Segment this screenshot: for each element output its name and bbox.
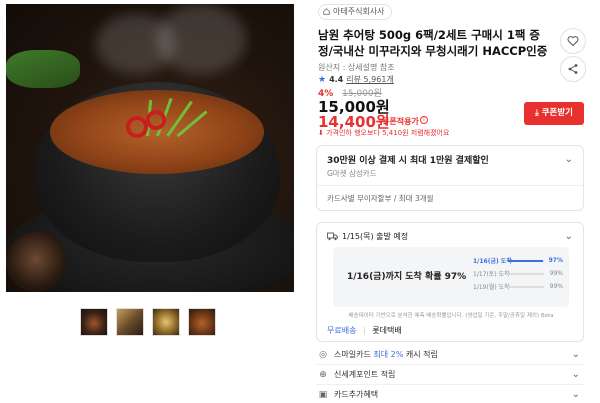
shipping-options: 무료배송 | 롯데택배 <box>327 325 402 336</box>
delivery-probability-row: 1/19(월) 도착 99% <box>473 280 563 293</box>
origin-text: 원산지 : 상세설명 참조 <box>318 63 395 72</box>
info-icon[interactable]: i <box>420 116 428 124</box>
thumbnail-1[interactable] <box>80 308 108 336</box>
carrier-name: 롯데택배 <box>372 326 402 335</box>
chevron-down-icon[interactable]: ⌄ <box>572 369 580 380</box>
chevron-down-icon[interactable]: ⌄ <box>572 349 580 360</box>
chevron-down-icon[interactable]: ⌄ <box>565 231 573 242</box>
review-link[interactable]: 리뷰 5,961개 <box>346 74 394 85</box>
shipping-date: 1/15(목) 출발 예정 <box>342 232 409 241</box>
seller-link[interactable]: 아테주식회사사 <box>318 4 392 20</box>
delivery-date: 1/19(월) 도착 <box>473 284 510 291</box>
product-title: 남원 추어탕 500g 6팩/2세트 구매시 1팩 증정/국내산 미꾸라지와 무… <box>318 28 548 58</box>
delivery-probability-row: 1/16(금) 도착 97% <box>473 254 563 267</box>
share-button[interactable] <box>560 56 586 82</box>
probability-bar <box>508 272 544 275</box>
product-info-panel: 아테주식회사사 남원 추어탕 500g 6팩/2세트 구매시 1팩 증정/국내산… <box>316 0 600 403</box>
arrow-down-icon: ⬇ <box>318 129 324 137</box>
card-icon: ▣ <box>318 389 328 400</box>
delivery-probability-row: 1/17(토) 도착 99% <box>473 267 563 280</box>
coin-icon: ◎ <box>319 349 327 360</box>
thumbnail-strip <box>80 308 216 336</box>
heart-icon <box>567 36 579 47</box>
coupon-button-label: 쿠폰받기 <box>541 108 573 118</box>
rating-row: ★ 4.4 리뷰 5,961개 <box>318 74 394 85</box>
delivery-probability: 99% <box>549 283 563 290</box>
delivery-headline: 1/16(금)까지 도착 확률 97% <box>347 272 467 282</box>
forecast-footnote: 배송데이터 기반으로 분석한 예측 배송확률입니다. (영업일 기준, 주말/공… <box>348 313 554 319</box>
rating-value: 4.4 <box>329 75 344 84</box>
divider <box>317 185 583 186</box>
benefits-list: ◎ 스마일카드 최대 2% 캐시 적립 ⌄ ⊕ 신세계포인트 적립 ⌄ ▣ 카드추가혜택 ⌄ <box>316 345 584 403</box>
side-bowl-image <box>6 232 66 292</box>
delivery-forecast: 1/16(금)까지 도착 확률 97% 1/16(금) 도착 97% 1/17(토)… <box>333 247 569 307</box>
chili-image <box>146 110 166 130</box>
download-icon: ⤓ <box>534 108 539 118</box>
delivery-date: 1/17(토) 도착 <box>473 271 510 278</box>
delivery-probability-list: 1/16(금) 도착 97% 1/17(토) 도착 99% 1/19(월) 도착 99% <box>473 254 563 293</box>
greens-image <box>6 50 80 88</box>
thumbnail-2[interactable] <box>116 308 144 336</box>
probability-bar <box>508 285 544 288</box>
product-main-image[interactable] <box>6 4 294 292</box>
benefit-item[interactable]: ▣ 카드추가혜택 ⌄ <box>316 385 584 403</box>
payment-discount-title: 30만원 이상 결제 시 최대 1만원 결제할인 <box>327 156 489 166</box>
shipping-card: 1/15(목) 출발 예정 ⌄ 1/16(금)까지 도착 확률 97% 1/16… <box>316 222 584 342</box>
truck-icon <box>327 232 338 241</box>
steam-image <box>156 4 246 74</box>
benefit-item[interactable]: ◎ 스마일카드 최대 2% 캐시 적립 ⌄ <box>316 345 584 365</box>
share-icon <box>568 64 578 74</box>
free-shipping-label[interactable]: 무료배송 <box>327 326 356 335</box>
price-drop-note: ⬇ 가격인하 행오보다 5,410원 저렴해졌어요 <box>318 128 449 138</box>
thumbnail-3[interactable] <box>152 308 180 336</box>
chili-image <box>126 116 148 138</box>
home-icon <box>323 8 330 15</box>
delivery-date: 1/16(금) 도착 <box>473 258 512 265</box>
payment-discount-subtitle: G마켓 삼성카드 <box>327 169 377 178</box>
chevron-down-icon[interactable]: ⌄ <box>572 389 580 400</box>
wishlist-button[interactable] <box>560 28 586 54</box>
benefit-label: 신세계포인트 적립 <box>334 370 396 379</box>
price-drop-text: 가격인하 행오보다 5,410원 저렴해졌어요 <box>326 129 450 137</box>
seller-name: 아테주식회사사 <box>333 7 385 16</box>
payment-discount-card[interactable]: 30만원 이상 결제 시 최대 1만원 결제할인 G마켓 삼성카드 ⌄ 카드사별… <box>316 145 584 211</box>
delivery-probability: 97% <box>548 257 563 264</box>
probability-bar <box>508 259 544 262</box>
installment-text: 카드사별 무이자할부 / 최대 3개월 <box>327 194 434 203</box>
benefit-label: 카드추가혜택 <box>334 390 379 399</box>
coupon-price-label: 쿠폰적용가 <box>382 117 419 126</box>
thumbnail-4[interactable] <box>188 308 216 336</box>
benefit-item[interactable]: ⊕ 신세계포인트 적립 ⌄ <box>316 365 584 385</box>
star-icon: ★ <box>318 74 327 85</box>
coupon-download-button[interactable]: ⤓ 쿠폰받기 <box>524 102 584 125</box>
benefit-label: 스마일카드 최대 2% 캐시 적립 <box>334 350 438 359</box>
delivery-probability: 99% <box>549 270 563 277</box>
point-icon: ⊕ <box>319 369 327 380</box>
shipping-header: 1/15(목) 출발 예정 <box>327 231 408 242</box>
chevron-down-icon[interactable]: ⌄ <box>565 154 573 165</box>
probability-bar-fill <box>508 259 543 262</box>
divider: | <box>363 326 366 335</box>
